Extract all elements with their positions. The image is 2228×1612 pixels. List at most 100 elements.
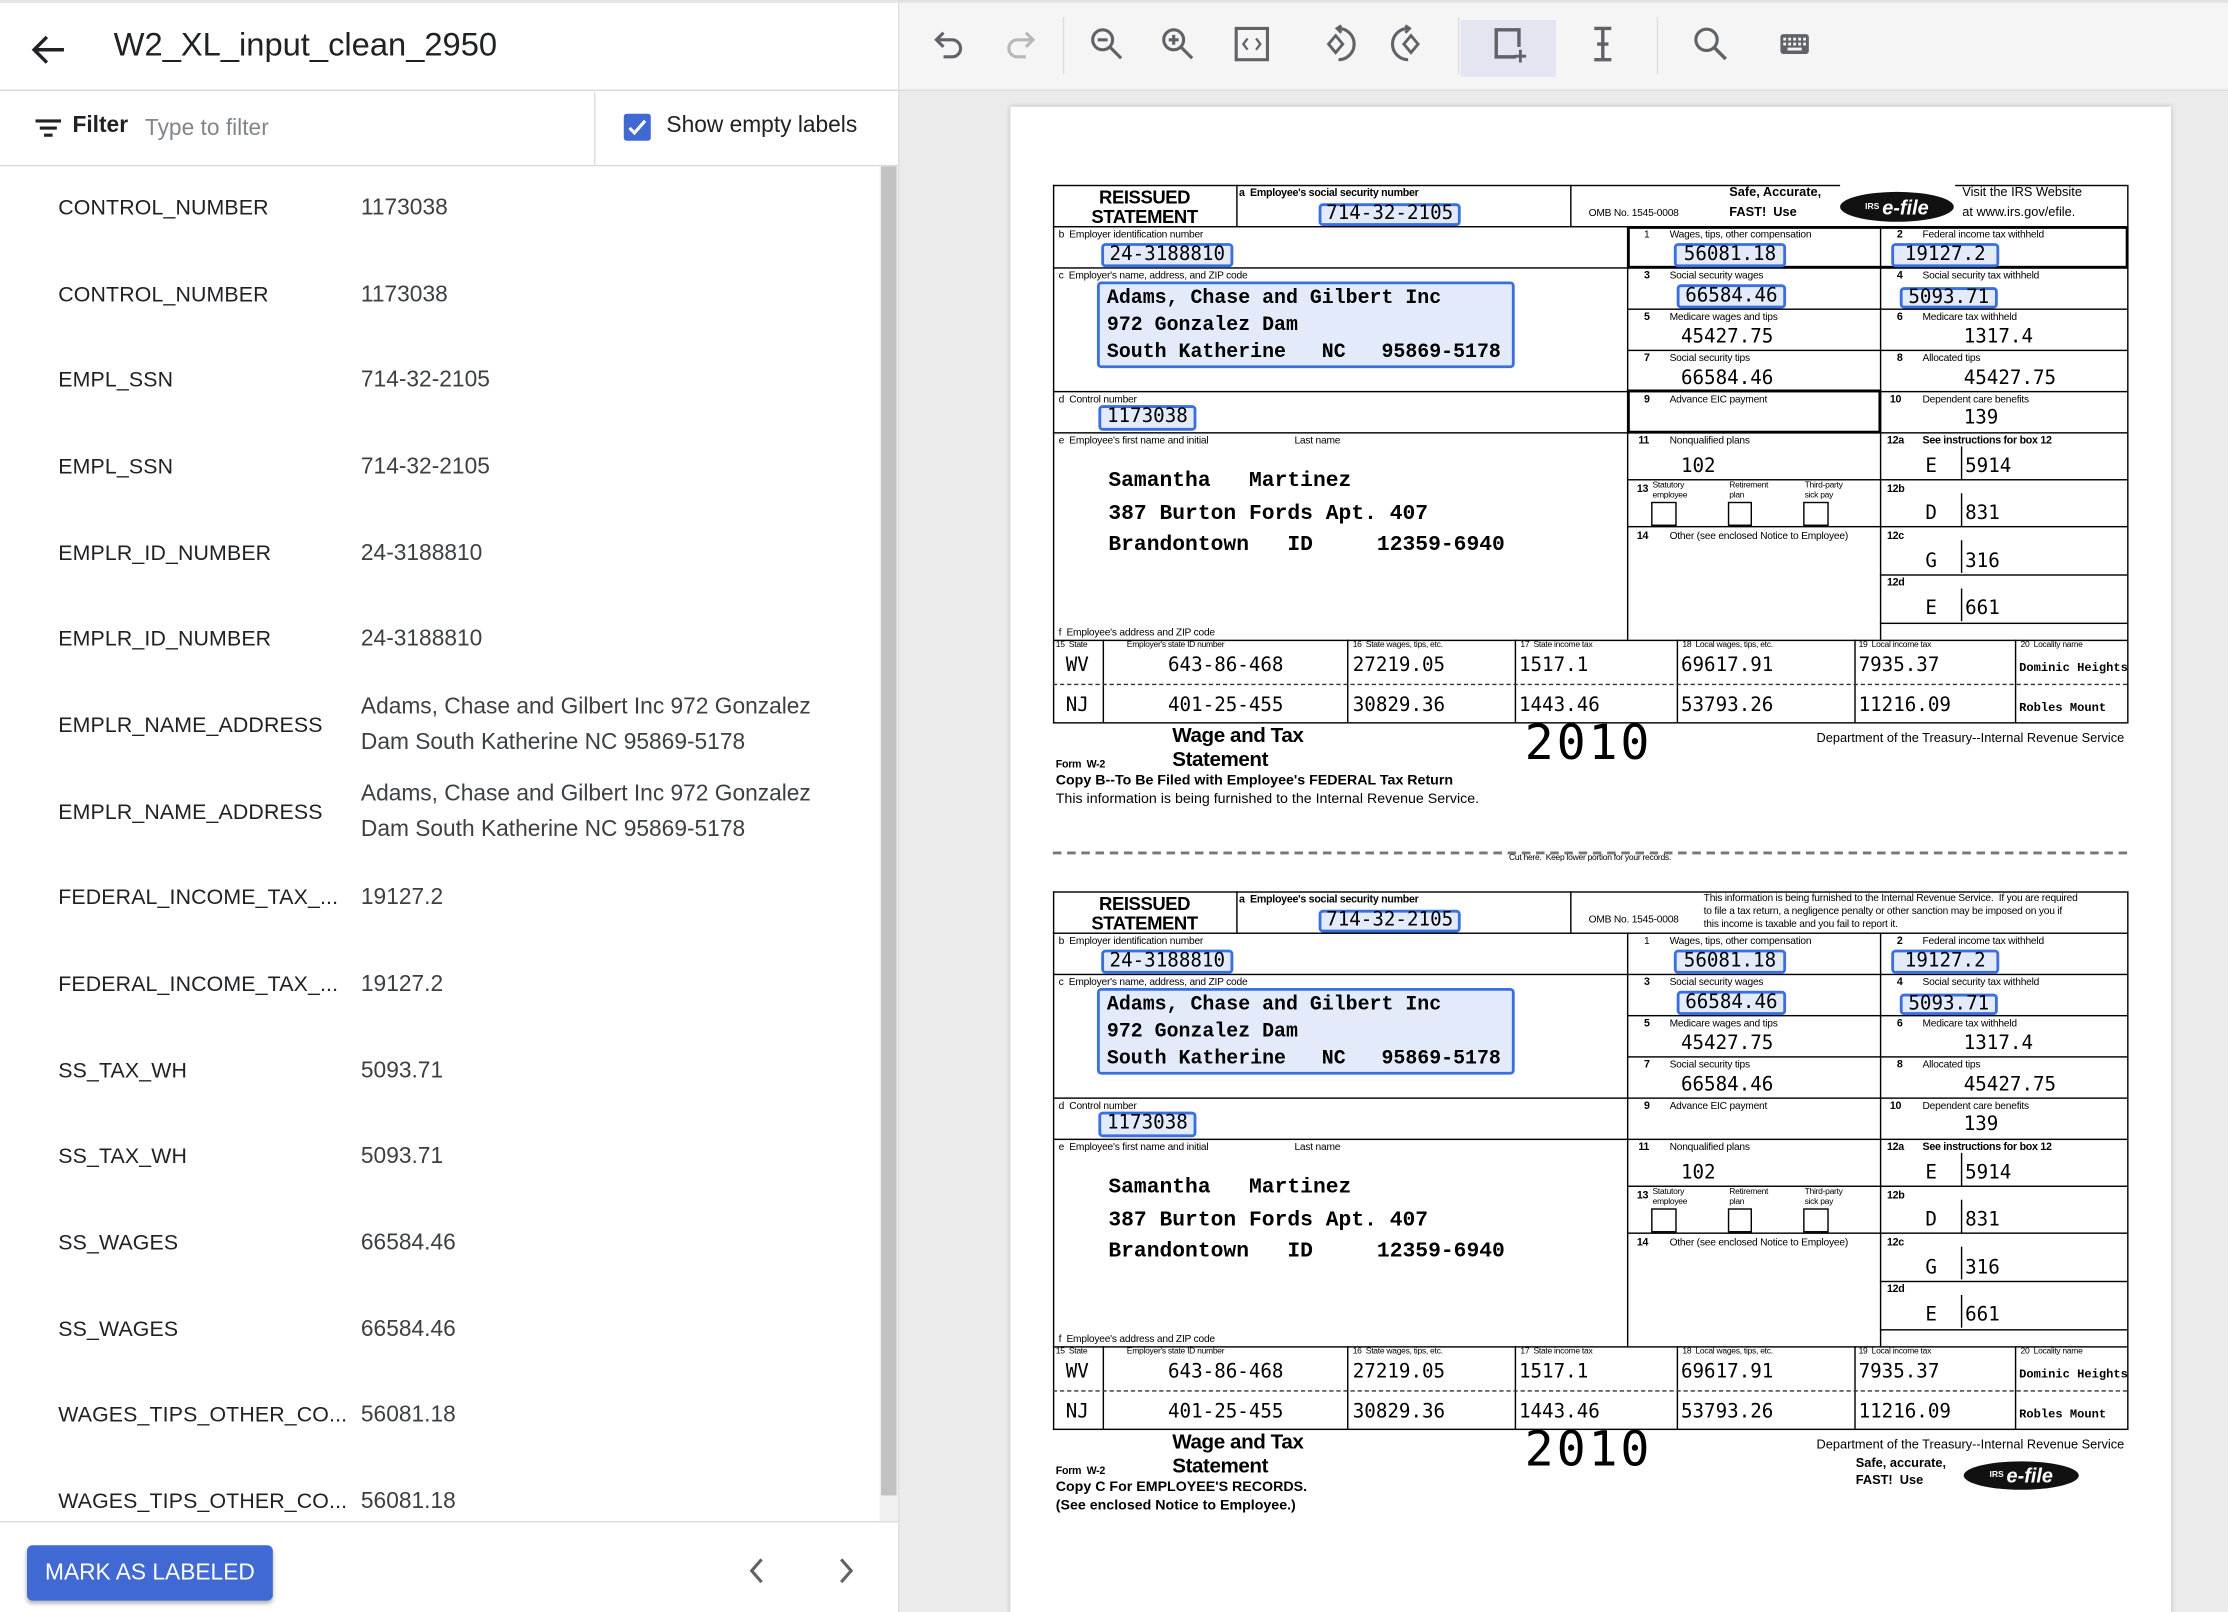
form-label: 11 [1638,433,1650,447]
form-label: 14 [1636,1235,1649,1249]
employee-city: Brandontown ID 12359-6940 [1108,533,1505,558]
label-row[interactable]: FEDERAL_INCOME_TAX_... 19127.2 [0,855,880,941]
label-row[interactable]: SS_WAGES 66584.46 [0,1200,880,1286]
box13-checkbox[interactable] [1651,1208,1677,1233]
form-label: plan [1729,491,1745,501]
text-select-button[interactable] [1581,23,1624,66]
form-label: Third-party [1804,1188,1843,1197]
form-label: 11 [1638,1140,1650,1153]
redo-button[interactable] [999,23,1042,66]
field-value: 1317.4 [1963,325,2034,349]
state-column-header: Employer's state ID number [1126,641,1225,650]
box13-checkbox[interactable] [1727,501,1752,526]
label-name: EMPL_SSN [58,368,174,393]
form-label: Medicare tax withheld [1922,1016,2018,1030]
label-value: 5093.71 [360,1058,444,1083]
back-button[interactable] [28,31,68,68]
field-bounding-box[interactable]: 19127.2 [1891,949,2000,974]
filter-input[interactable] [142,108,575,151]
zoom-in-button[interactable] [1157,23,1200,66]
field-bounding-box[interactable]: 19127.2 [1891,243,2000,268]
state-cell: NJ [1065,693,1089,717]
previous-button[interactable] [742,1554,770,1588]
label-row[interactable]: CONTROL_NUMBER 1173038 [0,251,880,337]
form-label: Nonqualified plans [1669,433,1750,447]
label-row[interactable]: SS_TAX_WH 5093.71 [0,1028,880,1114]
label-row[interactable]: EMPLR_ID_NUMBER 24-3188810 [0,596,880,682]
form-label: 14 [1636,528,1649,542]
next-button[interactable] [833,1554,861,1588]
field-value: 45427.75 [1680,1032,1774,1055]
box13-checkbox[interactable] [1803,1208,1829,1233]
state-cell: 27219.05 [1352,1360,1446,1384]
mark-as-labeled-button[interactable]: MARK AS LABELED [26,1545,273,1601]
form-line [1960,1246,1963,1280]
add-bounding-box-icon [1494,28,1527,63]
rotate-right-button[interactable] [1388,23,1431,66]
form-line [1626,479,2128,481]
state-column-header: 18 Local wages, tips, etc. [1682,1347,1773,1357]
form-line [1236,891,1238,933]
field-bounding-box[interactable]: 714-32-2105 [1318,203,1461,227]
box13-checkbox[interactable] [1727,1208,1752,1233]
field-bounding-box[interactable]: 714-32-2105 [1318,909,1461,933]
field-bounding-box[interactable]: 56081.18 [1673,243,1787,268]
field-bounding-box[interactable]: 1173038 [1098,405,1197,431]
box12-code: E [1925,1303,1937,1327]
show-empty-labels-checkbox[interactable] [623,113,651,141]
scrollbar-thumb[interactable] [880,166,897,1496]
field-bounding-box[interactable]: 5093.71 [1899,991,1998,1015]
undo-button[interactable] [928,23,971,66]
field-bounding-box[interactable]: 24-3188810 [1101,949,1234,974]
label-row[interactable]: EMPL_SSN 714-32-2105 [0,337,880,423]
label-row[interactable]: EMPLR_NAME_ADDRESS Adams, Chase and Gilbe… [0,683,880,769]
keyboard-shortcuts-button[interactable] [1773,23,1816,66]
label-row[interactable]: EMPL_SSN 714-32-2105 [0,424,880,510]
form-label: Statutory [1652,1188,1685,1197]
zoom-out-button[interactable] [1086,23,1129,66]
field-bounding-box[interactable]: 1173038 [1098,1111,1197,1138]
label-row[interactable]: WAGES_TIPS_OTHER_CO... 56081.18 [0,1373,880,1459]
chevron-right-icon [840,1558,854,1584]
box12-amount: 316 [1965,550,2000,573]
rotate-left-button[interactable] [1316,23,1359,66]
box13-checkbox[interactable] [1651,501,1677,526]
form-label: This information is being furnished to t… [1703,891,2078,905]
statement-heading: STATEMENT [1091,206,1198,228]
field-value: 5093.71 [1908,991,1990,1015]
form-label: 12a [1886,433,1904,447]
form-line [2125,226,2129,269]
state-cell: 643-86-468 [1167,1360,1284,1384]
show-empty-labels-label[interactable]: Show empty labels [666,114,857,140]
label-value: 714-32-2105 [360,368,490,393]
form-label: 2 [1896,933,1903,947]
form-label: f Employee's address and ZIP code [1058,1331,1216,1345]
label-row[interactable]: SS_TAX_WH 5093.71 [0,1114,880,1200]
box13-checkbox[interactable] [1803,501,1829,526]
form-label: a Employee's social security number [1239,186,1419,200]
fit-page-button[interactable] [1231,23,1274,66]
form-line [1960,1199,1963,1233]
label-row[interactable]: WAGES_TIPS_OTHER_CO... 56081.18 [0,1459,880,1521]
label-row[interactable]: CONTROL_NUMBER 1173038 [0,165,880,251]
form-label: Retirement [1729,1188,1769,1197]
label-row[interactable]: FEDERAL_INCOME_TAX_... 19127.2 [0,941,880,1027]
form-label: Advance EIC payment [1669,392,1768,406]
form-label: 12a [1886,1140,1904,1153]
search-button[interactable] [1689,23,1732,66]
field-bounding-box[interactable]: 24-3188810 [1101,243,1234,268]
label-row[interactable]: EMPLR_NAME_ADDRESS Adams, Chase and Gilbe… [0,769,880,855]
field-bounding-box[interactable]: 66584.46 [1676,284,1787,309]
filter-icon [35,119,62,137]
label-row[interactable]: EMPLR_ID_NUMBER 24-3188810 [0,510,880,596]
add-bounding-box-button[interactable] [1489,23,1532,66]
fit-page-icon [1234,26,1270,62]
field-bounding-box[interactable]: 56081.18 [1673,949,1787,974]
employer-line: Adams, Chase and Gilbert Inc [1106,993,1442,1017]
form-label: Advance EIC payment [1669,1098,1768,1112]
form-label: Social security wages [1669,975,1764,988]
field-bounding-box[interactable]: 66584.46 [1676,990,1787,1015]
field-bounding-box[interactable]: 5093.71 [1899,287,1998,309]
label-row[interactable]: SS_WAGES 66584.46 [0,1286,880,1372]
label-value: 19127.2 [360,886,444,911]
